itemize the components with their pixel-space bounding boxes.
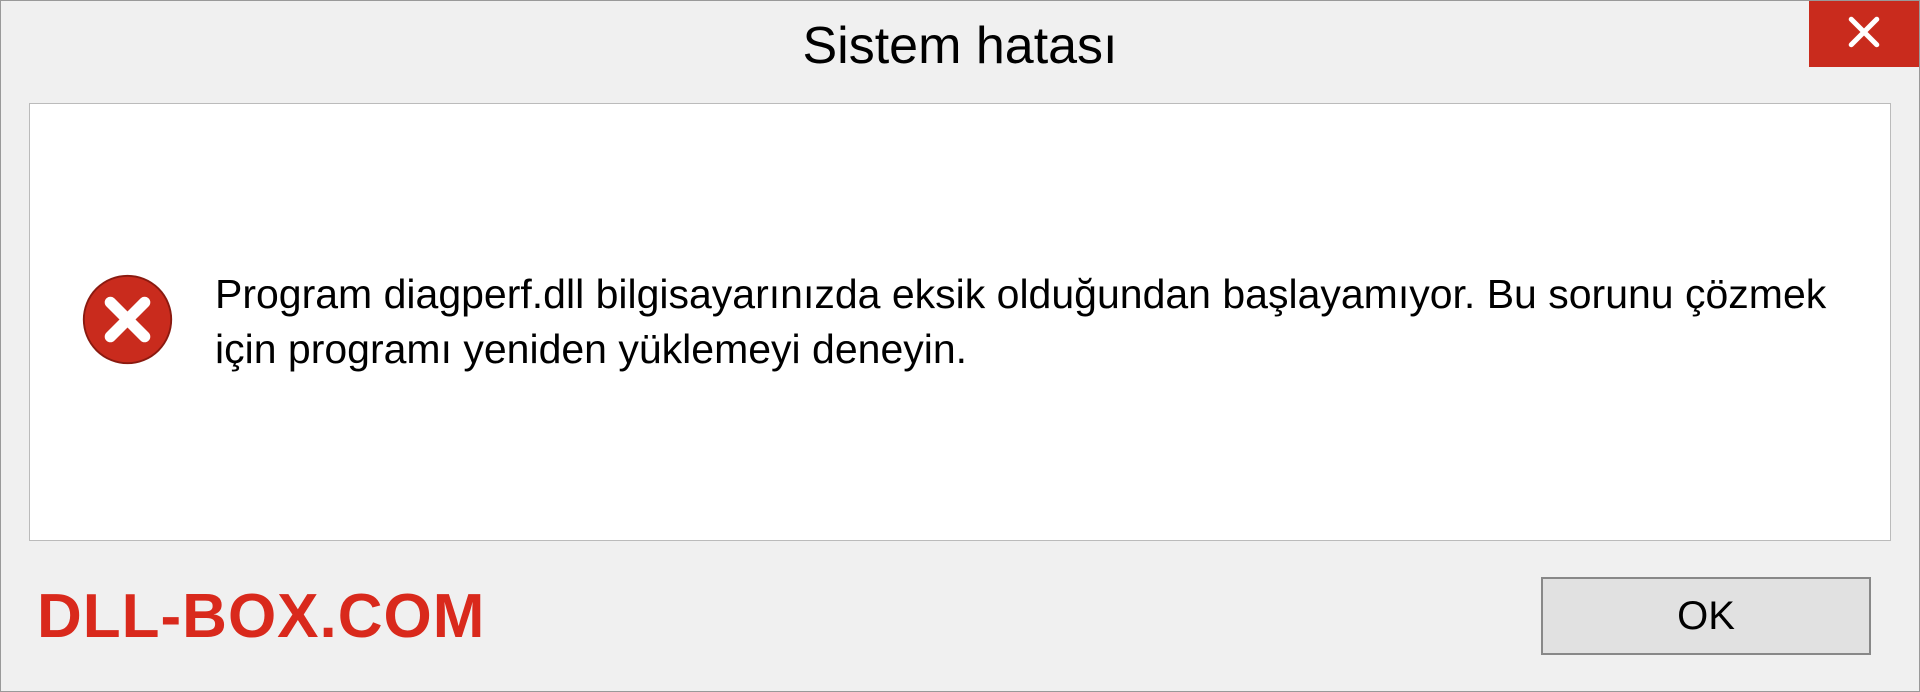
ok-button[interactable]: OK	[1541, 577, 1871, 655]
error-message: Program diagperf.dll bilgisayarınızda ek…	[215, 267, 1840, 378]
titlebar: Sistem hatası	[1, 1, 1919, 91]
error-dialog: Sistem hatası Program diagperf.dll bilgi…	[0, 0, 1920, 692]
close-icon	[1847, 15, 1881, 54]
watermark-text: DLL-BOX.COM	[37, 581, 485, 652]
close-button[interactable]	[1809, 1, 1919, 67]
dialog-title: Sistem hatası	[802, 16, 1117, 76]
content-area: Program diagperf.dll bilgisayarınızda ek…	[29, 103, 1891, 541]
dialog-footer: DLL-BOX.COM OK	[1, 541, 1919, 691]
error-icon	[80, 272, 175, 372]
